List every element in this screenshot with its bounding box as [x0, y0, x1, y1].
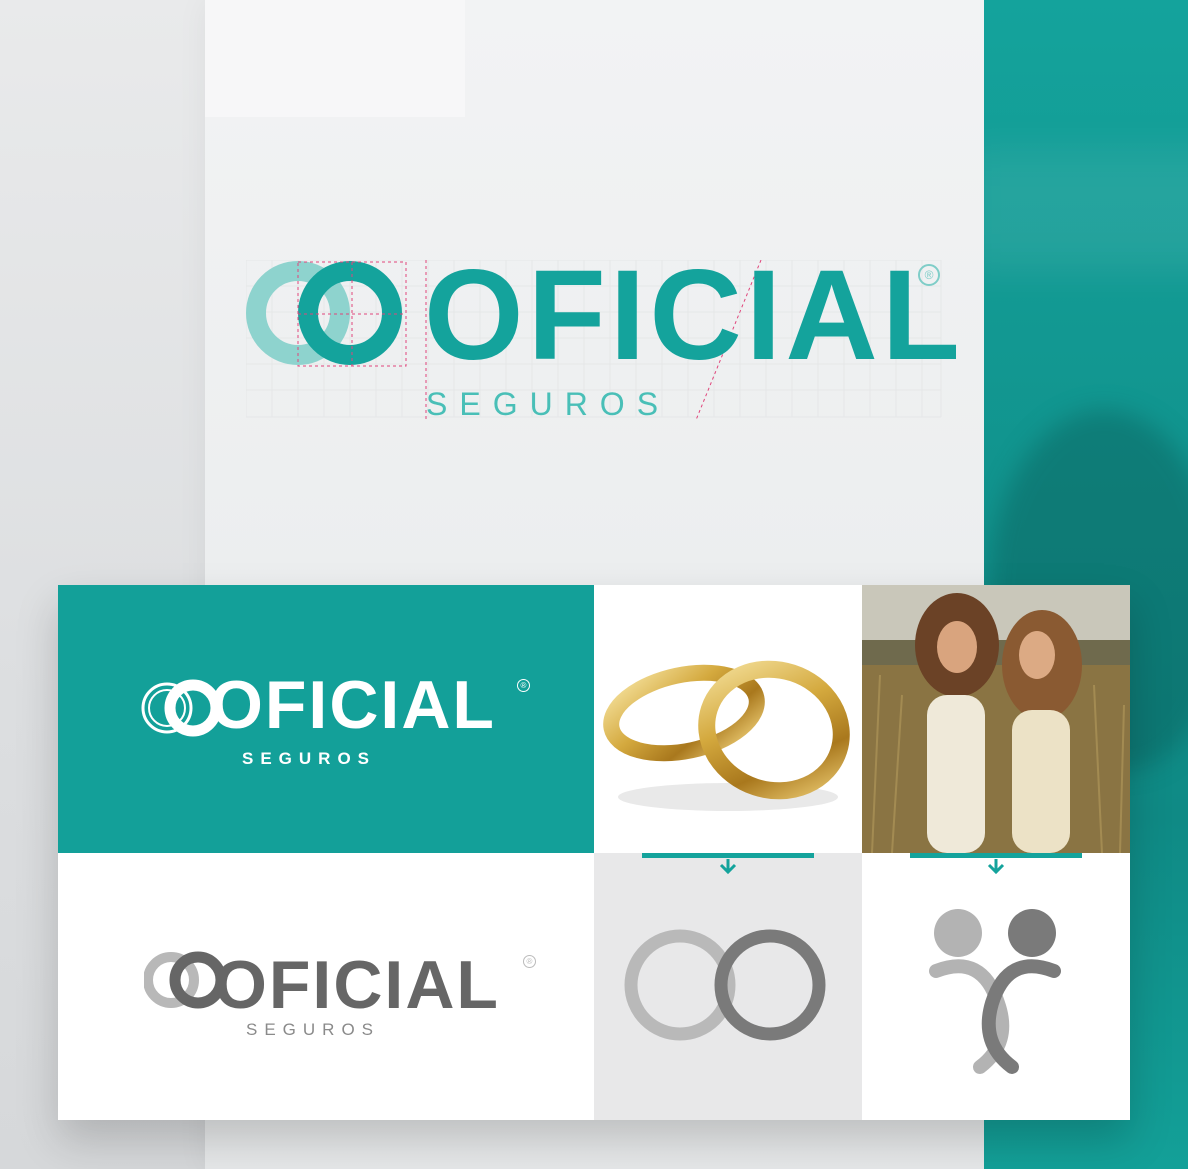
logo-subtitle-white: SEGUROS	[242, 749, 377, 768]
paper-sheet-notch	[205, 0, 465, 117]
gray-logo-panel: OFICIAL SEGUROS ®	[58, 853, 594, 1120]
people-symbol-panel	[862, 853, 1130, 1120]
logo-rings-white-icon	[141, 679, 220, 737]
construction-subtitle: SEGUROS	[426, 386, 671, 422]
brand-card: OFICIAL SEGUROS ® OFICIAL SEGUROS ®	[58, 585, 1130, 1120]
arrow-down-icon	[987, 859, 1005, 875]
arrow-bar-rings	[642, 853, 814, 875]
rings-photo-panel	[594, 585, 862, 853]
construction-registered-mark: ®	[918, 264, 940, 286]
two-people-embrace-icon	[929, 909, 1061, 1074]
logo-construction: OFICIAL SEGUROS ®	[246, 252, 960, 425]
haze	[984, 150, 1188, 270]
people-photo-panel	[862, 585, 1130, 853]
logo-wordmark-white: OFICIAL	[210, 667, 496, 743]
arrow-down-icon	[719, 859, 737, 875]
arrow-bar-people	[910, 853, 1082, 875]
logo-rings-gray-icon	[144, 951, 224, 1009]
logo-subtitle-gray: SEGUROS	[246, 1020, 381, 1039]
construction-wordmark: OFICIAL	[424, 244, 964, 387]
interlocked-rings-icon	[624, 929, 826, 1041]
logo-wordmark-gray: OFICIAL	[214, 947, 500, 1023]
registered-mark-gray: ®	[523, 955, 536, 968]
two-women-field-photo	[862, 585, 1130, 853]
teal-logo-panel: OFICIAL SEGUROS ®	[58, 585, 594, 853]
registered-mark-white: ®	[517, 679, 530, 692]
wedding-rings-photo	[603, 660, 850, 811]
rings-symbol-panel	[594, 853, 862, 1120]
